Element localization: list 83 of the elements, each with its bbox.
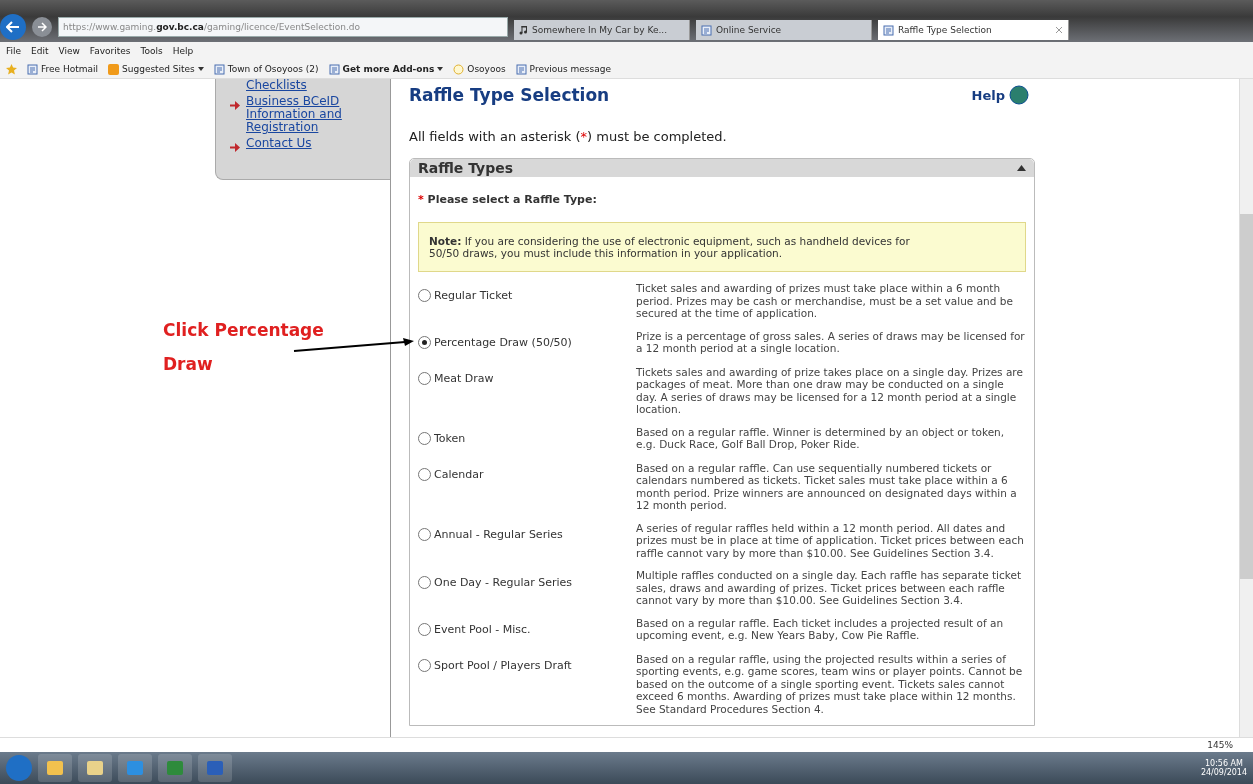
arrow-icon (230, 143, 240, 152)
annotation-label: Draw (163, 354, 213, 374)
note-box: Note: If you are considering the use of electronic equipment, such as handheld devices for 50/50 draws, you must include this information in your application. (418, 222, 1026, 272)
menu-item[interactable]: View (58, 46, 80, 56)
favorites-link[interactable]: Previous message (515, 63, 611, 75)
collapse-icon[interactable] (1017, 165, 1026, 171)
star-icon (6, 63, 17, 75)
circle-icon (453, 63, 465, 75)
caret-icon (437, 67, 444, 71)
web-page-icon (328, 63, 340, 75)
raffle-type-radio[interactable]: Percentage Draw (50/50) (418, 329, 636, 356)
required-fields-note: All fields with an asterisk (*) must be completed. (409, 129, 728, 144)
browser-tab[interactable]: Online Service (696, 20, 872, 40)
raffle-type-radio[interactable]: Event Pool - Misc. (418, 616, 636, 643)
url-text: https://www.gaming.gov.bc.ca/gaming/licence/EventSelection.do (63, 22, 360, 32)
favorites-link[interactable]: Suggested Sites (108, 63, 204, 75)
menu-item[interactable]: File (6, 46, 22, 56)
address-bar[interactable]: https://www.gaming.gov.bc.ca/gaming/licence/EventSelection.do (58, 17, 508, 37)
raffle-type-radio[interactable]: Token (418, 425, 636, 452)
radio-button[interactable] (418, 528, 431, 541)
raffle-type-description: Based on a regular raffle, using the projected results within a series of sporting events, e.g. game scores, team wins or player points. Cannot be based on the outcome of a single sporting event. Tickets sales cannot exceed 6 months. Awarding of prizes must take place within 12 months. See Standard Procedures Section 4. (636, 652, 1024, 715)
sidebar-link[interactable]: Checklists (246, 79, 356, 92)
raffle-type-description: Based on a regular raffle. Each ticket includes a projected result of an upcoming event, e.g. New Years Baby, Cow Pie Raffle. (636, 616, 1005, 643)
back-button[interactable] (0, 14, 26, 40)
raffle-type-prompt: * Please select a Raffle Type: (418, 193, 598, 206)
raffle-type-description: Based on a regular raffle. Winner is determined by an object or token, e.g. Duck Race, Golf Ball Drop, Poker Ride. (636, 425, 1006, 452)
web-page-icon (515, 63, 527, 75)
page-title: Raffle Type Selection (409, 85, 610, 105)
favorites-link[interactable]: Town of Osoyoos (2) (213, 63, 319, 75)
raffle-type-description: A series of regular raffles held within a 12 month period. All dates and prizes must be in place at time of application. Ticket prices between each raffle cannot vary by more than $10.00. See Guidelines Section 3.4. (636, 521, 1025, 559)
radio-button[interactable] (418, 623, 431, 636)
caret-icon (197, 67, 204, 71)
sidebar-link[interactable]: Business BCeID Information and Registration (246, 95, 356, 134)
radio-button[interactable] (418, 432, 431, 445)
browser-tab[interactable]: Raffle Type Selection (878, 20, 1069, 40)
raffle-type-description: Multiple raffles conducted on a single day. Each raffle has separate ticket sales, draws and awarding of prizes. Ticket prices between each raffle cannot vary by more than $10.00. See Guidelines Section 3.4. (636, 569, 1023, 607)
favorites-link[interactable]: Osoyoos (453, 63, 506, 75)
browser-tab[interactable]: Somewhere In My Car by Ke... (514, 20, 690, 40)
raffle-type-description: Tickets sales and awarding of prize takes place on a single day. Prizes are packages of meat. More than one draw may be conducted on a single day. A series of draws may be licensed for a 12 month period at a single location. (636, 365, 1024, 416)
radio-button[interactable] (418, 336, 431, 349)
forward-button[interactable] (32, 17, 52, 37)
annotation-label: Click Percentage (163, 320, 324, 340)
raffle-type-radio[interactable]: One Day - Regular Series (418, 569, 636, 595)
favorites-link[interactable]: Free Hotmail (27, 63, 99, 75)
radio-button[interactable] (418, 659, 431, 672)
menu-item[interactable]: Tools (140, 46, 163, 56)
left-arrow-icon (6, 21, 20, 33)
raffle-type-description: Based on a regular raffle. Can use sequentially numbered tickets or calendars numbered as tickets. Ticket sales must take place within a 6 month period. Prize winners are announced on designated days within a 12 month period. (636, 461, 1018, 512)
help-icon (1009, 85, 1029, 105)
arrow-icon (230, 101, 240, 110)
panel-title: Raffle Types (418, 160, 514, 176)
sidebar-link[interactable]: Contact Us (246, 137, 356, 150)
raffle-type-radio[interactable]: Annual - Regular Series (418, 521, 636, 548)
suggested-sites-icon (108, 63, 120, 75)
raffle-type-radio[interactable]: Calendar (418, 461, 636, 488)
raffle-type-description: Ticket sales and awarding of prizes must take place within a 6 month period. Prizes may be cash or merchandise, must be a set value and be secured at the time of application. (636, 282, 1014, 320)
folder-app-icon[interactable] (38, 754, 72, 782)
zoom-level[interactable]: 145% (1207, 740, 1233, 750)
web-page-icon (883, 24, 894, 36)
web-page-icon (27, 63, 38, 75)
raffle-type-radio[interactable]: Sport Pool / Players Draft (418, 652, 636, 679)
music-note-icon (519, 25, 528, 35)
start-button[interactable] (6, 755, 32, 781)
radio-button[interactable] (418, 575, 431, 589)
web-page-icon (213, 63, 225, 75)
radio-button[interactable] (418, 468, 431, 481)
close-icon[interactable] (1055, 26, 1063, 34)
raffle-type-radio[interactable]: Regular Ticket (418, 282, 636, 308)
menu-item[interactable]: Help (172, 46, 194, 56)
menu-item[interactable]: Favorites (89, 46, 131, 56)
scrollbar[interactable] (1239, 79, 1253, 737)
raffle-type-description: Prize is a percentage of gross sales. A series of draws may be licensed for a 12 month period at a single location. (636, 329, 1026, 356)
radio-button[interactable] (418, 288, 431, 302)
raffle-type-radio[interactable]: Meat Draw (418, 365, 636, 392)
favorites-link[interactable]: Get more Add-ons (328, 63, 444, 75)
help-link[interactable]: Help (971, 85, 1029, 105)
radio-button[interactable] (418, 372, 431, 385)
library-app-icon[interactable] (78, 754, 112, 782)
scrollbar-thumb[interactable] (1240, 214, 1253, 579)
clock: 10:56 AM 24/09/2014 (1200, 759, 1247, 777)
web-page-icon (701, 24, 712, 36)
right-arrow-icon (37, 22, 47, 32)
menu-item[interactable]: Edit (31, 46, 49, 56)
